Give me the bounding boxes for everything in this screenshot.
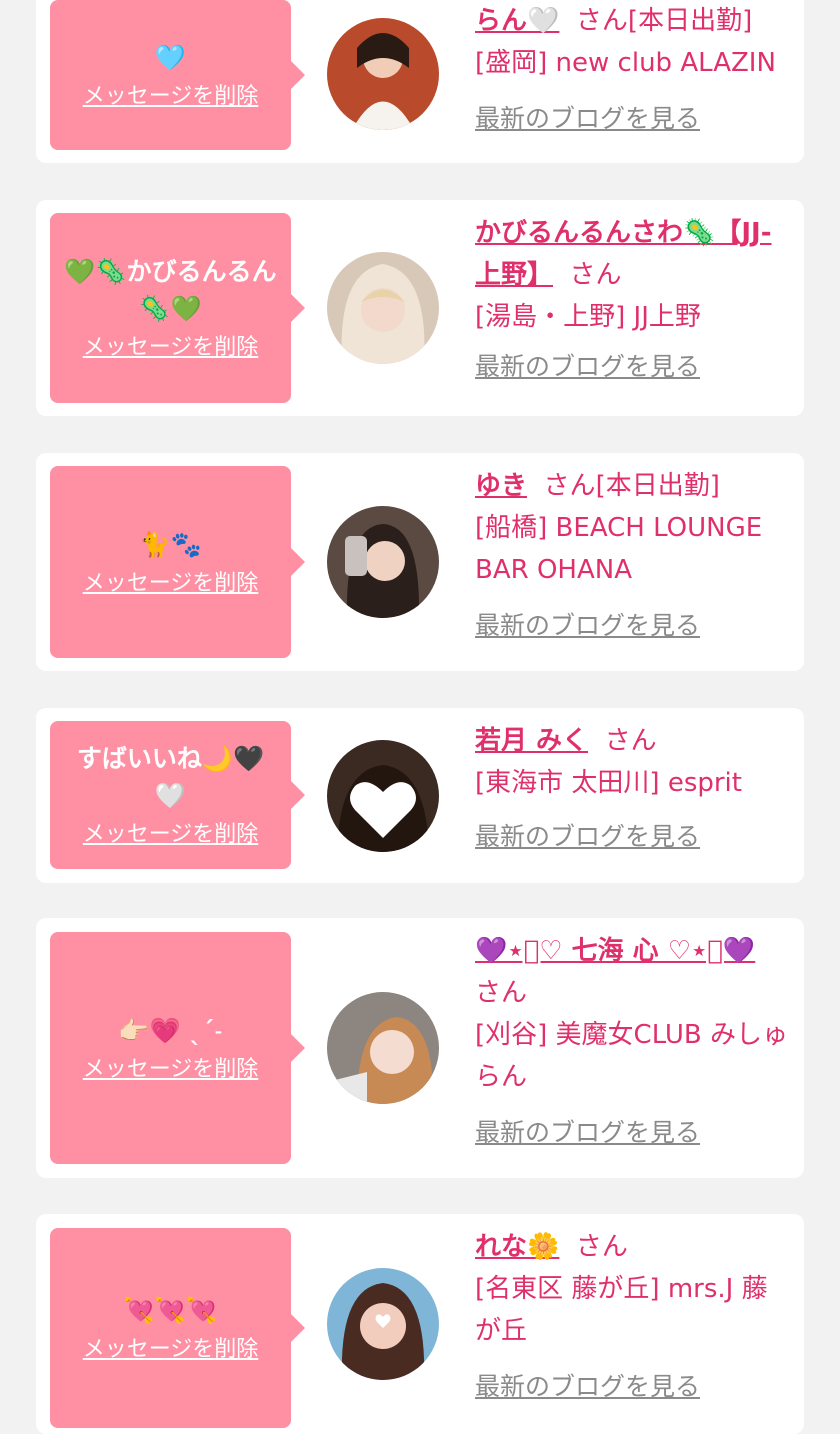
avatar-photo-icon xyxy=(327,1268,439,1380)
cast-info: らん🤍 さん[本日出勤] [盛岡] new club ALAZIN 最新のブログ… xyxy=(475,0,793,140)
shop-name: [湯島・上野] JJ上野 xyxy=(475,302,701,332)
avatar[interactable] xyxy=(327,506,439,618)
avatar[interactable] xyxy=(327,18,439,130)
shop-name: [名東区 藤が丘] mrs.J 藤が丘 xyxy=(475,1274,768,1346)
honorific: さん xyxy=(475,978,528,1008)
message-card: 💘💘💘 メッセージを削除 れな🌼 さん [名東区 藤が丘] mrs.J 藤が丘 … xyxy=(36,1214,804,1434)
message-bubble: すばいいね🌙🖤🤍 メッセージを削除 xyxy=(50,721,305,869)
honorific: さん xyxy=(543,471,596,501)
avatar-photo-icon xyxy=(327,506,439,618)
latest-blog-link[interactable]: 最新のブログを見る xyxy=(475,605,793,647)
latest-blog-link[interactable]: 最新のブログを見る xyxy=(475,346,793,388)
cast-info: れな🌼 さん [名東区 藤が丘] mrs.J 藤が丘 最新のブログを見る xyxy=(475,1226,793,1408)
cast-info: 若月 みく さん [東海市 太田川] esprit 最新のブログを見る xyxy=(475,720,793,858)
shop-name: [東海市 太田川] esprit xyxy=(475,768,742,798)
honorific: さん xyxy=(604,726,657,756)
avatar[interactable] xyxy=(327,1268,439,1380)
shop-name: [盛岡] new club ALAZIN xyxy=(475,48,776,78)
shop-name: [船橋] BEACH LOUNGE BAR OHANA xyxy=(475,513,763,585)
message-text: 👉🏻💗 ˎˊ˗ xyxy=(118,1015,223,1045)
delete-message-link[interactable]: メッセージを削除 xyxy=(83,1335,259,1365)
avatar-photo-icon xyxy=(327,252,439,364)
avatar[interactable] xyxy=(327,992,439,1104)
cast-name-link[interactable]: 若月 みく xyxy=(475,726,588,756)
message-card: 💚🦠かびるんるん🦠💚 メッセージを削除 かびるんるんさわ🦠【JJ-上野】 さん … xyxy=(36,200,804,416)
message-text: 🩵 xyxy=(154,42,187,72)
message-card: 🐈🐾 メッセージを削除 ゆき さん[本日出勤] [船橋] BEACH LOUNG… xyxy=(36,453,804,671)
work-status: [本日出勤] xyxy=(595,471,720,501)
cast-name-link[interactable]: らん🤍 xyxy=(475,6,559,36)
honorific: さん xyxy=(575,6,628,36)
work-status: [本日出勤] xyxy=(627,6,753,36)
honorific: さん xyxy=(569,260,622,290)
cast-info: かびるんるんさわ🦠【JJ-上野】 さん [湯島・上野] JJ上野 最新のブログを… xyxy=(475,212,793,388)
latest-blog-link[interactable]: 最新のブログを見る xyxy=(475,1366,793,1408)
delete-message-link[interactable]: メッセージを削除 xyxy=(83,820,259,850)
cast-name-link[interactable]: ゆき xyxy=(475,471,527,501)
delete-message-link[interactable]: メッセージを削除 xyxy=(83,569,259,599)
latest-blog-link[interactable]: 最新のブログを見る xyxy=(475,1112,793,1154)
message-card: すばいいね🌙🖤🤍 メッセージを削除 若月 みく さん [東海市 太田川] esp… xyxy=(36,708,804,883)
message-bubble: 🐈🐾 メッセージを削除 xyxy=(50,466,305,658)
latest-blog-link[interactable]: 最新のブログを見る xyxy=(475,98,793,140)
message-text: 🐈🐾 xyxy=(139,529,202,559)
message-text: 💚🦠かびるんるん🦠💚 xyxy=(64,257,277,323)
message-bubble: 💘💘💘 メッセージを削除 xyxy=(50,1228,305,1428)
cast-name-link[interactable]: れな🌼 xyxy=(475,1232,559,1262)
honorific: さん xyxy=(575,1232,628,1262)
delete-message-link[interactable]: メッセージを削除 xyxy=(83,1055,259,1085)
avatar-heart-icon xyxy=(327,740,439,852)
message-bubble: 💚🦠かびるんるん🦠💚 メッセージを削除 xyxy=(50,213,305,403)
message-bubble: 🩵 メッセージを削除 xyxy=(50,0,305,150)
avatar-photo-icon xyxy=(327,992,439,1104)
cast-name-link[interactable]: かびるんるんさわ🦠【JJ-上野】 xyxy=(475,218,772,290)
message-text: すばいいね🌙🖤🤍 xyxy=(76,744,265,810)
latest-blog-link[interactable]: 最新のブログを見る xyxy=(475,816,793,858)
cast-info: ゆき さん[本日出勤] [船橋] BEACH LOUNGE BAR OHANA … xyxy=(475,465,793,647)
delete-message-link[interactable]: メッセージを削除 xyxy=(83,82,259,112)
message-card: 🩵 メッセージを削除 らん🤍 さん[本日出勤] [盛岡] new club AL… xyxy=(36,0,804,163)
cast-name-link[interactable]: 💜⋆͛♡ 七海 心 ♡⋆͛💜 xyxy=(475,936,755,966)
delete-message-link[interactable]: メッセージを削除 xyxy=(83,333,259,363)
avatar[interactable] xyxy=(327,740,439,852)
avatar[interactable] xyxy=(327,252,439,364)
message-bubble: 👉🏻💗 ˎˊ˗ メッセージを削除 xyxy=(50,932,305,1164)
cast-info: 💜⋆͛♡ 七海 心 ♡⋆͛💜 さん [刈谷] 美魔女CLUB みしゅらん 最新の… xyxy=(475,930,793,1154)
avatar-photo-icon xyxy=(327,18,439,130)
message-card: 👉🏻💗 ˎˊ˗ メッセージを削除 💜⋆͛♡ 七海 心 ♡⋆͛💜 さん [刈谷] … xyxy=(36,918,804,1178)
message-text: 💘💘💘 xyxy=(123,1295,218,1325)
shop-name: [刈谷] 美魔女CLUB みしゅらん xyxy=(475,1020,789,1092)
